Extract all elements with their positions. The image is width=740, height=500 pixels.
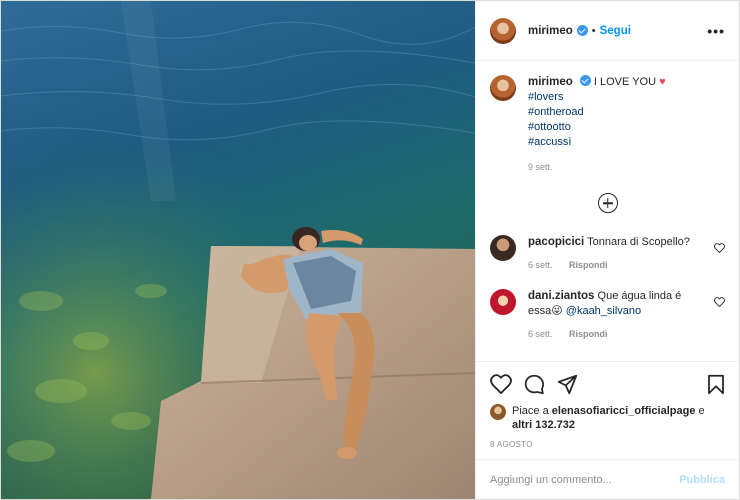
likes-prefix: Piace a [512,405,549,417]
caption-avatar[interactable] [490,75,516,101]
caption-time: 9 sett. [528,162,553,172]
more-dots-icon[interactable]: ••• [707,23,725,39]
author-avatar[interactable] [490,17,516,44]
hashtag-link[interactable]: #lovers [528,90,666,105]
author-username[interactable]: mirimeo [528,25,573,37]
comment-text: Tonnara di Scopello? [587,236,690,248]
comment-input[interactable] [490,473,680,486]
post-date: 8 AGOSTO [490,440,533,449]
post-caption: mirimeo I LOVE YOU ♥ #lovers #ontheroad … [490,75,725,175]
publish-button[interactable]: Pubblica [679,474,725,486]
commenter-avatar[interactable] [490,235,516,261]
like-heart-icon[interactable] [490,374,512,394]
post-header: mirimeo • Segui ••• [476,1,739,61]
verified-badge-icon [579,75,591,86]
mention-link[interactable]: @kaah_silvano [566,305,641,317]
separator-dot: • [591,24,596,37]
post-modal: mirimeo • Segui ••• mirimeo I LOVE YOU ♥… [0,0,740,500]
caption-text: I LOVE YOU [593,76,657,88]
verified-badge-icon [576,25,588,36]
like-comment-heart-icon[interactable] [714,243,725,253]
hashtag-link[interactable]: #accussì [528,135,666,150]
likes-user-link[interactable]: elenasofiaricci_officialpage [552,405,696,417]
comment-item: dani.ziantos Que água linda é essa😜 @kaa… [490,289,725,342]
liker-avatar[interactable] [490,404,506,420]
comment-time: 6 sett. [528,260,553,270]
comments-area[interactable]: mirimeo I LOVE YOU ♥ #lovers #ontheroad … [476,61,739,361]
follow-button[interactable]: Segui [600,25,631,37]
load-more-comments-icon[interactable] [597,193,618,213]
hashtag-link[interactable]: #ottootto [528,120,666,135]
share-send-icon[interactable] [557,374,578,395]
post-actions: Piace a elenasofiaricci_officialpage e a… [476,361,739,459]
post-photo[interactable] [1,1,475,499]
winking-emoji-icon: 😜 [551,305,563,317]
comment-item: pacopicici Tonnara di Scopello? 6 sett. … [490,235,725,273]
comment-username[interactable]: dani.ziantos [528,290,594,302]
reply-button[interactable]: Rispondi [569,329,608,339]
like-comment-heart-icon[interactable] [714,297,725,307]
commenter-avatar[interactable] [490,289,516,315]
red-heart-emoji-icon: ♥ [659,76,666,88]
reply-button[interactable]: Rispondi [569,260,608,270]
comment-bubble-icon[interactable] [524,374,545,395]
photo-image [1,1,475,499]
comment-time: 6 sett. [528,329,553,339]
likes-summary: Piace a elenasofiaricci_officialpage e a… [490,404,725,432]
caption-username[interactable]: mirimeo [528,76,573,88]
save-bookmark-icon[interactable] [707,374,725,395]
likes-others-link[interactable]: altri 132.732 [512,419,575,431]
likes-suffix: e [698,405,705,417]
post-sidebar: mirimeo • Segui ••• mirimeo I LOVE YOU ♥… [475,1,739,499]
add-comment-bar: Pubblica [476,459,739,499]
hashtag-link[interactable]: #ontheroad [528,105,666,120]
comment-username[interactable]: pacopicici [528,236,584,248]
